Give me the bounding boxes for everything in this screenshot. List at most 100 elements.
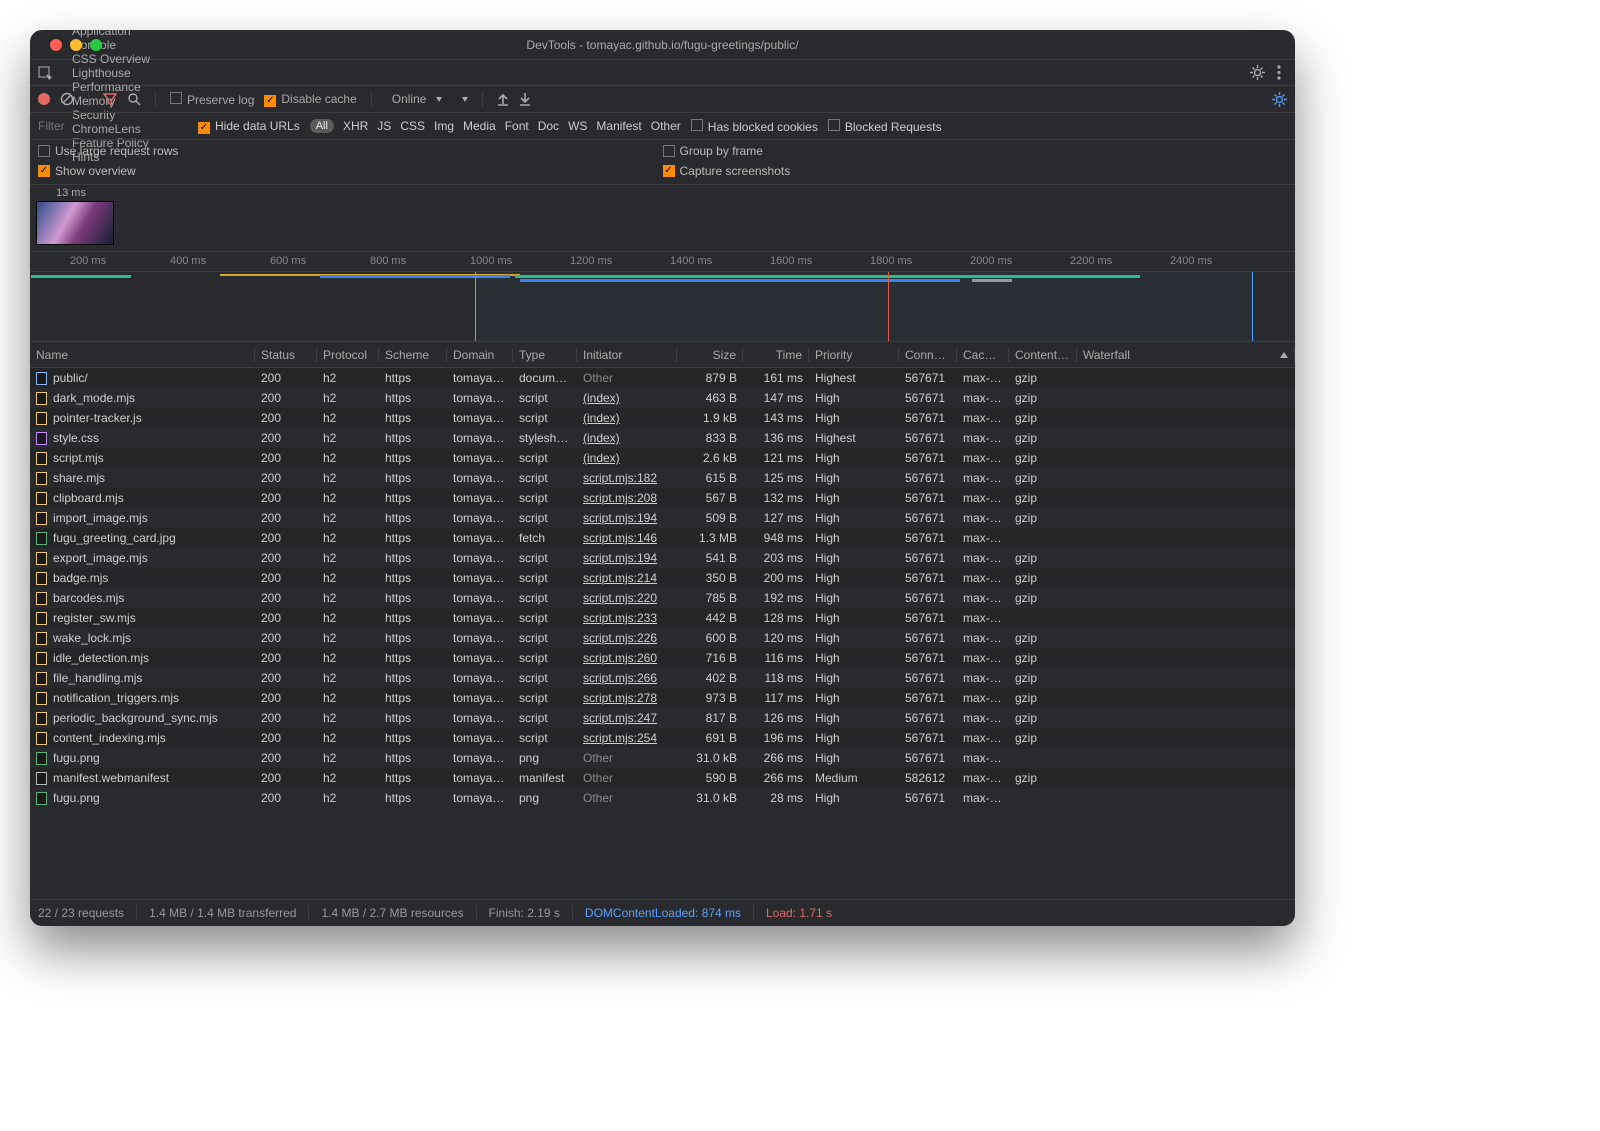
table-row[interactable]: file_handling.mjs200h2httpstomayac…scrip… xyxy=(30,668,1295,688)
ruler-tick: 200 ms xyxy=(70,255,106,267)
table-row[interactable]: export_image.mjs200h2httpstomayac…script… xyxy=(30,548,1295,568)
download-har-icon[interactable] xyxy=(519,92,531,106)
status-load: Load: 1.71 s xyxy=(766,906,832,920)
filter-type-img[interactable]: Img xyxy=(434,119,454,133)
panel-tabs: ElementsSourcesNetworkApplicationConsole… xyxy=(30,59,1295,86)
group-frame-checkbox[interactable]: Group by frame xyxy=(663,144,1288,158)
capture-screenshots-checkbox[interactable]: Capture screenshots xyxy=(663,164,1288,178)
filter-type-xhr[interactable]: XHR xyxy=(343,119,368,133)
initiator-link[interactable]: script.mjs:146 xyxy=(583,531,657,545)
file-icon xyxy=(36,672,47,685)
record-button[interactable] xyxy=(38,93,50,105)
initiator-link[interactable]: script.mjs:208 xyxy=(583,491,657,505)
filter-type-media[interactable]: Media xyxy=(463,119,496,133)
show-overview-checkbox[interactable]: Show overview xyxy=(38,164,663,178)
initiator-link[interactable]: (index) xyxy=(583,431,620,445)
initiator-link[interactable]: (index) xyxy=(583,451,620,465)
disable-cache-checkbox[interactable]: Disable cache xyxy=(264,92,356,107)
filter-type-css[interactable]: CSS xyxy=(400,119,425,133)
table-row[interactable]: fugu_greeting_card.jpg200h2httpstomayac…… xyxy=(30,528,1295,548)
search-icon[interactable] xyxy=(127,92,141,106)
table-row[interactable]: manifest.webmanifest200h2httpstomayac…ma… xyxy=(30,768,1295,788)
filter-input[interactable] xyxy=(38,119,188,133)
clear-button[interactable] xyxy=(60,92,74,106)
table-row[interactable]: style.css200h2httpstomayac…stylesheet(in… xyxy=(30,428,1295,448)
request-name: public/ xyxy=(53,371,88,385)
filter-type-doc[interactable]: Doc xyxy=(538,119,559,133)
table-row[interactable]: dark_mode.mjs200h2httpstomayac…script(in… xyxy=(30,388,1295,408)
file-icon xyxy=(36,612,47,625)
request-name: notification_triggers.mjs xyxy=(53,691,179,705)
initiator-link[interactable]: script.mjs:220 xyxy=(583,591,657,605)
filter-type-all[interactable]: All xyxy=(310,119,334,133)
file-icon xyxy=(36,652,47,665)
timeline-overview[interactable] xyxy=(30,272,1295,342)
initiator-link[interactable]: script.mjs:194 xyxy=(583,551,657,565)
table-row[interactable]: barcodes.mjs200h2httpstomayac…scriptscri… xyxy=(30,588,1295,608)
table-row[interactable]: notification_triggers.mjs200h2httpstomay… xyxy=(30,688,1295,708)
initiator-link[interactable]: script.mjs:214 xyxy=(583,571,657,585)
table-row[interactable]: register_sw.mjs200h2httpstomayac…scripts… xyxy=(30,608,1295,628)
initiator-link[interactable]: (index) xyxy=(583,411,620,425)
upload-har-icon[interactable] xyxy=(497,92,509,106)
ruler-tick: 1400 ms xyxy=(670,255,712,267)
initiator-link[interactable]: script.mjs:254 xyxy=(583,731,657,745)
table-row[interactable]: fugu.png200h2httpstomayac…pngOther31.0 k… xyxy=(30,748,1295,768)
request-name: register_sw.mjs xyxy=(53,611,136,625)
initiator-link[interactable]: script.mjs:182 xyxy=(583,471,657,485)
table-header[interactable]: Name Status Protocol Scheme Domain Type … xyxy=(30,342,1295,368)
filter-type-other[interactable]: Other xyxy=(651,119,681,133)
throttle-preset-dropdown[interactable] xyxy=(462,97,468,102)
initiator-link[interactable]: script.mjs:247 xyxy=(583,711,657,725)
network-settings-icon[interactable] xyxy=(1272,92,1287,107)
status-requests: 22 / 23 requests xyxy=(38,906,124,920)
tab-lighthouse[interactable]: Lighthouse xyxy=(60,66,162,80)
table-row[interactable]: content_indexing.mjs200h2httpstomayac…sc… xyxy=(30,728,1295,748)
filter-type-manifest[interactable]: Manifest xyxy=(596,119,641,133)
request-name: script.mjs xyxy=(53,451,104,465)
throttle-select[interactable]: Online xyxy=(386,92,449,106)
blocked-cookies-checkbox[interactable]: Has blocked cookies xyxy=(691,119,818,134)
table-row[interactable]: import_image.mjs200h2httpstomayac…script… xyxy=(30,508,1295,528)
table-row[interactable]: public/200h2httpstomayac…documentOther87… xyxy=(30,368,1295,388)
request-name: manifest.webmanifest xyxy=(53,771,169,785)
filter-type-js[interactable]: JS xyxy=(377,119,391,133)
large-rows-checkbox[interactable]: Use large request rows xyxy=(38,144,663,158)
table-row[interactable]: pointer-tracker.js200h2httpstomayac…scri… xyxy=(30,408,1295,428)
settings-icon[interactable] xyxy=(1250,65,1265,80)
initiator-text: Other xyxy=(583,751,613,765)
request-name: idle_detection.mjs xyxy=(53,651,149,665)
file-icon xyxy=(36,692,47,705)
initiator-link[interactable]: script.mjs:233 xyxy=(583,611,657,625)
table-row[interactable]: idle_detection.mjs200h2httpstomayac…scri… xyxy=(30,648,1295,668)
hide-data-urls-checkbox[interactable]: Hide data URLs xyxy=(198,119,300,134)
initiator-link[interactable]: script.mjs:266 xyxy=(583,671,657,685)
table-row[interactable]: periodic_background_sync.mjs200h2httpsto… xyxy=(30,708,1295,728)
screenshot-thumb[interactable] xyxy=(36,201,114,245)
initiator-link[interactable]: script.mjs:194 xyxy=(583,511,657,525)
ruler-tick: 1200 ms xyxy=(570,255,612,267)
inspect-icon[interactable] xyxy=(30,65,60,81)
table-row[interactable]: share.mjs200h2httpstomayac…scriptscript.… xyxy=(30,468,1295,488)
preserve-log-checkbox[interactable]: Preserve log xyxy=(170,92,254,107)
table-row[interactable]: clipboard.mjs200h2httpstomayac…scriptscr… xyxy=(30,488,1295,508)
filter-type-font[interactable]: Font xyxy=(505,119,529,133)
initiator-link[interactable]: (index) xyxy=(583,391,620,405)
table-row[interactable]: badge.mjs200h2httpstomayac…scriptscript.… xyxy=(30,568,1295,588)
initiator-link[interactable]: script.mjs:226 xyxy=(583,631,657,645)
table-row[interactable]: script.mjs200h2httpstomayac…script(index… xyxy=(30,448,1295,468)
file-icon xyxy=(36,532,47,545)
file-icon xyxy=(36,432,47,445)
request-name: clipboard.mjs xyxy=(53,491,124,505)
table-row[interactable]: wake_lock.mjs200h2httpstomayac…scriptscr… xyxy=(30,628,1295,648)
initiator-link[interactable]: script.mjs:260 xyxy=(583,651,657,665)
blocked-requests-checkbox[interactable]: Blocked Requests xyxy=(828,119,942,134)
table-row[interactable]: fugu.png200h2httpstomayac…pngOther31.0 k… xyxy=(30,788,1295,808)
more-icon[interactable] xyxy=(1277,65,1281,80)
filter-icon[interactable] xyxy=(103,92,117,106)
request-name: import_image.mjs xyxy=(53,511,148,525)
initiator-link[interactable]: script.mjs:278 xyxy=(583,691,657,705)
file-icon xyxy=(36,792,47,805)
filter-type-ws[interactable]: WS xyxy=(568,119,587,133)
timeline-ruler[interactable]: 200 ms400 ms600 ms800 ms1000 ms1200 ms14… xyxy=(30,252,1295,272)
